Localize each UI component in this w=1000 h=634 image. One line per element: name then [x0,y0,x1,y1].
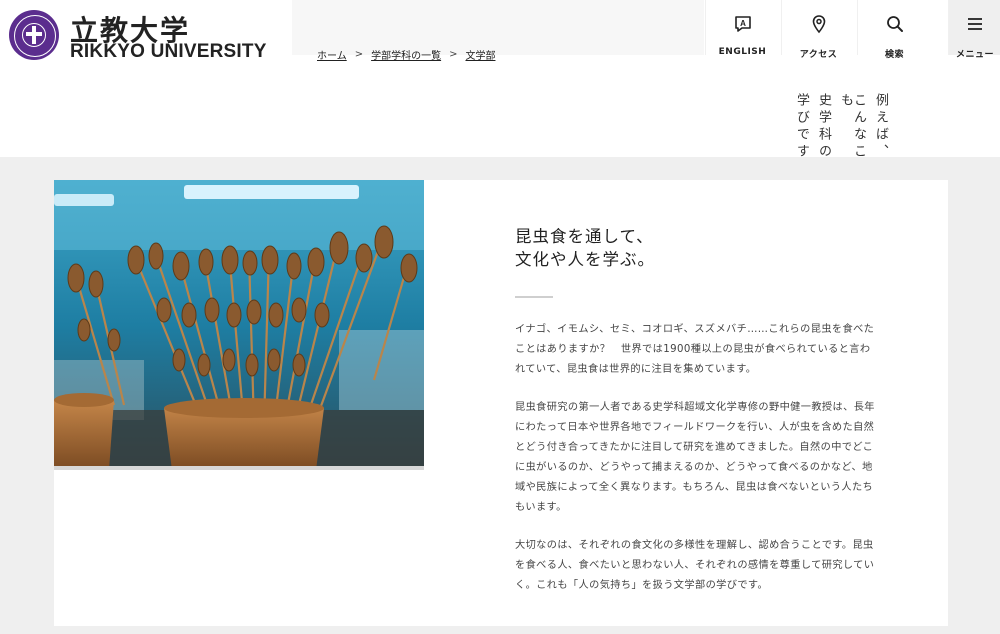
language-bubble-icon: A [734,16,751,32]
article-body: 昆虫食を通して、 文化や人を学ぶ。 イナゴ、イモムシ、セミ、コオロギ、スズメバチ… [515,225,880,614]
search-icon [886,16,903,32]
logo-english: RIKKYO UNIVERSITY [70,41,267,62]
heading-divider [515,296,553,298]
access-button[interactable]: アクセス [781,0,855,60]
menu-button[interactable]: メニュー [948,0,1000,60]
english-button[interactable]: A ENGLISH [705,0,779,57]
breadcrumb-home[interactable]: ホーム [317,47,347,62]
article-paragraph: 昆虫食研究の第一人者である史学科超域文化学専修の野中健一教授は、長年にわたって日… [515,402,875,513]
heading-line: 昆虫食を通して、 [515,227,654,246]
menu-label: メニュー [955,50,994,60]
heading-line: 文化や人を学ぶ。 [515,250,655,269]
access-label: アクセス [799,50,838,60]
skewered-insects-image [54,180,424,470]
article-paragraph: イナゴ、イモムシ、セミ、コオロギ、スズメバチ……これらの昆虫を食べたことはありま… [515,324,875,375]
article-heading: 昆虫食を通して、 文化や人を学ぶ。 [515,225,880,271]
breadcrumb-separator: > [354,49,364,60]
breadcrumb: ホーム > 学部学科の一覧 > 文学部 [317,47,495,62]
breadcrumb-literature[interactable]: 文学部 [465,47,495,62]
site-header: 立教大学 RIKKYO UNIVERSITY ホーム > 学部学科の一覧 > 文… [0,0,1000,178]
search-label: 検索 [884,50,904,60]
english-label: ENGLISH [718,47,767,57]
breadcrumb-departments[interactable]: 学部学科の一覧 [371,47,441,62]
insect-food-photo [54,180,424,470]
map-pin-icon [812,15,825,34]
university-seal-icon [9,10,59,60]
hamburger-menu-icon [967,18,982,30]
article-paragraph: 大切なのは、それぞれの食文化の多様性を理解し、認め合うことです。昆虫を食べる人、… [515,540,875,591]
search-button[interactable]: 検索 [857,0,931,60]
logo-link[interactable]: 立教大学 RIKKYO UNIVERSITY [0,0,292,72]
svg-text:A: A [740,19,746,28]
breadcrumb-separator: > [449,49,458,60]
